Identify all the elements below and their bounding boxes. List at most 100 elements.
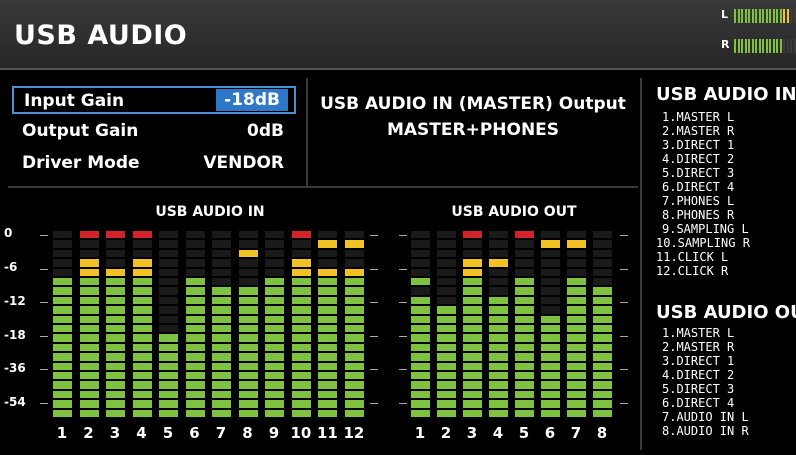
usb-in-meter-segment bbox=[132, 343, 152, 352]
usb-in-meter-segment bbox=[132, 390, 152, 399]
usb-in-meter-segment bbox=[53, 296, 72, 305]
param-driver-mode-value[interactable]: VENDOR bbox=[203, 153, 284, 173]
usb-out-meter-segment bbox=[411, 353, 430, 361]
scale-label-0: 0 bbox=[4, 226, 13, 240]
usb-out-meter-segment bbox=[437, 259, 456, 267]
usb-in-meter-segment bbox=[185, 409, 205, 417]
usb-in-meter-segment bbox=[79, 343, 99, 352]
usb-in-meter-segment bbox=[106, 409, 125, 417]
usb-out-meter-segment bbox=[463, 362, 482, 370]
usb-in-meter-segment bbox=[344, 390, 364, 399]
usb-out-meter-segment bbox=[437, 334, 456, 342]
usb-out-channel-label: 8 bbox=[596, 424, 608, 442]
usb-out-meter-segment bbox=[411, 268, 430, 276]
usb-out-meter-segment bbox=[437, 231, 456, 239]
usb-in-meter-segment bbox=[106, 381, 125, 389]
usb-out-meter-segment bbox=[437, 268, 456, 276]
usb-in-meter-segment bbox=[318, 343, 337, 352]
usb-in-meter-segment bbox=[159, 343, 178, 352]
scale-label-12: -12 bbox=[4, 294, 26, 308]
usb-in-meter-segment bbox=[106, 240, 125, 248]
usb-in-meter-segment bbox=[238, 343, 258, 352]
usb-out-meter-segment bbox=[437, 287, 456, 295]
usb-out-meter-segment bbox=[489, 353, 508, 361]
usb-in-meter-segment bbox=[291, 325, 311, 333]
usb-out-meter-segment bbox=[541, 362, 560, 370]
mini-meter-segment bbox=[786, 39, 789, 53]
usb-in-meter-segment bbox=[106, 278, 125, 286]
usb-out-meter-segment bbox=[567, 343, 586, 352]
param-input-gain-value[interactable]: -18dB bbox=[216, 89, 288, 111]
usb-in-meter-segment bbox=[212, 259, 231, 267]
usb-out-meter-segment bbox=[593, 306, 612, 314]
usb-in-meter-segment bbox=[159, 372, 178, 380]
usb-out-meter-segment bbox=[437, 400, 456, 408]
usb-in-meter-segment bbox=[291, 296, 311, 305]
param-output-gain[interactable]: Output Gain 0dB bbox=[12, 118, 296, 146]
usb-out-meter-segment bbox=[541, 249, 560, 258]
usb-in-meter-segment bbox=[106, 343, 125, 352]
usb-in-meter-segment bbox=[265, 306, 284, 314]
usb-out-meter-segment bbox=[463, 400, 482, 408]
usb-out-meter-segment bbox=[567, 315, 586, 323]
usb-out-meter-segment bbox=[411, 362, 430, 370]
usb-out-meter-segment bbox=[463, 372, 482, 380]
usb-in-meter-segment bbox=[291, 306, 311, 314]
usb-out-meter-segment bbox=[489, 325, 508, 333]
usb-out-meter-segment bbox=[515, 400, 534, 408]
usb-out-meter-segment bbox=[567, 306, 586, 314]
usb-in-meter-segment bbox=[79, 306, 99, 314]
mini-meter-segment bbox=[783, 39, 785, 53]
usb-in-list-item: 11.CLICK L bbox=[656, 250, 729, 264]
param-input-gain[interactable]: Input Gain -18dB bbox=[12, 86, 296, 114]
usb-in-meter-segment bbox=[344, 381, 364, 389]
usb-in-meter-segment bbox=[344, 400, 364, 408]
usb-in-scale-tick bbox=[40, 335, 48, 337]
usb-in-meter-segment bbox=[185, 259, 205, 267]
usb-out-meter-segment bbox=[489, 390, 508, 399]
usb-out-meter-segment bbox=[593, 390, 612, 399]
usb-in-meter-segment bbox=[79, 278, 99, 286]
usb-in-channel-label: 5 bbox=[162, 424, 174, 442]
usb-in-meter-segment bbox=[185, 278, 205, 286]
usb-out-meter-segment bbox=[593, 278, 612, 286]
usb-out-meter-segment bbox=[567, 409, 586, 417]
mini-meter-segment bbox=[776, 39, 778, 53]
usb-in-meter-segment bbox=[185, 334, 205, 342]
usb-in-meter-segment bbox=[318, 334, 337, 342]
usb-in-meter-segment bbox=[132, 306, 152, 314]
usb-in-meter-segment bbox=[344, 240, 364, 248]
mini-meter-segment bbox=[772, 9, 775, 23]
usb-out-scale-tick bbox=[620, 369, 628, 371]
param-output-gain-value[interactable]: 0dB bbox=[247, 121, 284, 141]
usb-in-meter-segment bbox=[318, 362, 337, 370]
usb-in-meter-segment bbox=[212, 353, 231, 361]
usb-out-meter-segment bbox=[489, 249, 508, 258]
usb-out-meter-segment bbox=[567, 353, 586, 361]
divider-right-panel bbox=[640, 78, 642, 450]
usb-in-meter-segment bbox=[291, 231, 311, 239]
usb-out-meter-segment bbox=[515, 240, 534, 248]
usb-out-meter-segment bbox=[515, 259, 534, 267]
param-driver-mode[interactable]: Driver Mode VENDOR bbox=[12, 150, 296, 178]
usb-in-meter-segment bbox=[344, 249, 364, 258]
page-title: USB AUDIO bbox=[14, 20, 188, 51]
scale-label-18: -18 bbox=[4, 328, 26, 342]
usb-in-meter-segment bbox=[53, 325, 72, 333]
usb-out-list-item: 5.DIRECT 3 bbox=[662, 382, 735, 396]
usb-in-meter-segment bbox=[106, 287, 125, 295]
usb-in-meter-segment bbox=[318, 353, 337, 361]
usb-out-meter-segment bbox=[567, 278, 586, 286]
usb-out-meter-segment bbox=[489, 296, 508, 305]
usb-in-meter-segment bbox=[318, 315, 337, 323]
usb-out-meter-segment bbox=[541, 240, 560, 248]
usb-in-meter-segment bbox=[265, 343, 284, 352]
scale-label-6: -6 bbox=[4, 260, 18, 274]
usb-in-meter-segment bbox=[185, 240, 205, 248]
usb-in-meter-segment bbox=[318, 240, 337, 248]
usb-out-meter-segment bbox=[437, 249, 456, 258]
usb-in-meter-segment bbox=[212, 325, 231, 333]
usb-out-meter-segment bbox=[541, 259, 560, 267]
usb-in-meter-segment bbox=[132, 296, 152, 305]
usb-in-meter-segment bbox=[185, 343, 205, 352]
